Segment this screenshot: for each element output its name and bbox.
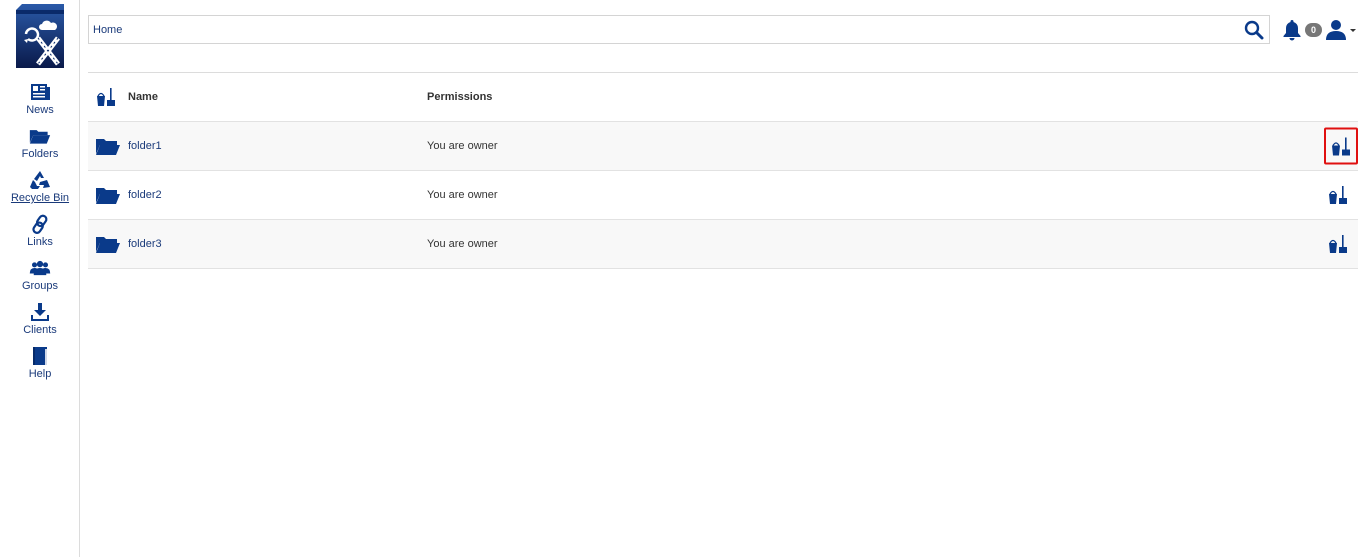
- clean-folder-button[interactable]: [1324, 127, 1358, 165]
- folder-icon: [95, 136, 121, 156]
- clean-folder-button[interactable]: [1326, 232, 1350, 256]
- link-icon: [32, 214, 48, 234]
- search-icon[interactable]: [1244, 20, 1264, 40]
- table-row[interactable]: folder2 You are owner: [88, 171, 1358, 220]
- table-row[interactable]: folder1 You are owner: [88, 122, 1358, 171]
- folder-icon: [29, 126, 51, 146]
- groups-icon: [29, 260, 51, 276]
- sidebar-item-label: News: [26, 104, 54, 116]
- folder-name-link[interactable]: folder1: [128, 140, 162, 152]
- folder-permissions: You are owner: [427, 238, 498, 250]
- clean-icon: [1327, 185, 1349, 205]
- sidebar-item-label: Groups: [21, 280, 59, 292]
- clean-folder-button[interactable]: [1326, 183, 1350, 207]
- sidebar-item-help[interactable]: Help: [0, 346, 80, 390]
- folder-table: Name Permissions folder1 You are owner f…: [88, 73, 1358, 269]
- sidebar: News Folders Recycle Bin Links Groups Cl…: [0, 0, 80, 557]
- sidebar-item-label: Help: [28, 368, 52, 380]
- clean-icon: [1330, 136, 1352, 156]
- folder-icon: [95, 234, 121, 254]
- clean-icon: [1327, 234, 1349, 254]
- chevron-down-icon[interactable]: [1350, 29, 1356, 32]
- folder-permissions: You are owner: [427, 189, 498, 201]
- sidebar-item-label: Folders: [21, 148, 59, 160]
- bell-icon[interactable]: [1282, 19, 1302, 41]
- column-header-permissions[interactable]: Permissions: [427, 91, 492, 103]
- folder-name-link[interactable]: folder2: [128, 189, 162, 201]
- column-header-name[interactable]: Name: [128, 91, 158, 103]
- book-icon: [33, 347, 47, 365]
- folder-icon: [95, 185, 121, 205]
- folder-permissions: You are owner: [427, 140, 498, 152]
- search-input[interactable]: [93, 16, 1233, 43]
- breadcrumb-search-bar[interactable]: [88, 15, 1270, 44]
- table-row[interactable]: folder3 You are owner: [88, 220, 1358, 269]
- sidebar-item-news[interactable]: News: [0, 82, 80, 126]
- sidebar-nav: News Folders Recycle Bin Links Groups Cl…: [0, 82, 80, 390]
- sidebar-item-label: Recycle Bin: [10, 192, 70, 204]
- sidebar-item-links[interactable]: Links: [0, 214, 80, 258]
- oxcloud-logo-icon[interactable]: [16, 4, 64, 68]
- download-icon: [31, 303, 49, 321]
- sidebar-item-label: Clients: [23, 324, 57, 336]
- sidebar-item-recycle-bin[interactable]: Recycle Bin: [0, 170, 80, 214]
- sidebar-item-label: Links: [27, 236, 53, 248]
- sidebar-item-folders[interactable]: Folders: [0, 126, 80, 170]
- recycle-icon: [30, 171, 50, 189]
- sidebar-item-groups[interactable]: Groups: [0, 258, 80, 302]
- clean-icon[interactable]: [95, 87, 117, 107]
- user-icon[interactable]: [1325, 19, 1347, 41]
- news-icon: [31, 84, 50, 100]
- table-header-row: Name Permissions: [88, 73, 1358, 122]
- notification-badge: 0: [1305, 23, 1322, 37]
- folder-name-link[interactable]: folder3: [128, 238, 162, 250]
- sidebar-item-clients[interactable]: Clients: [0, 302, 80, 346]
